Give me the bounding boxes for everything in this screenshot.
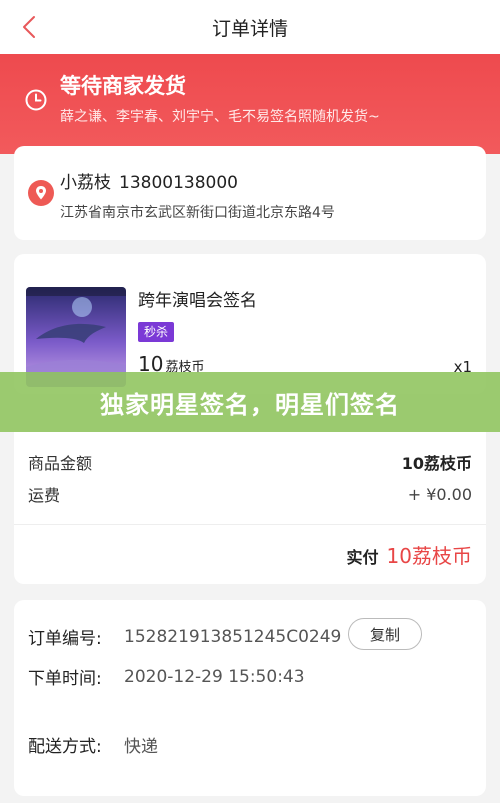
recipient-phone: 13800138000	[119, 173, 238, 193]
goods-amount-row: 商品金额 10荔枝币	[28, 450, 472, 474]
goods-amount-value: 10荔枝币	[401, 454, 472, 473]
paid-value: 10荔枝币	[386, 544, 472, 568]
location-pin-icon	[28, 180, 54, 206]
nav-bar: 订单详情	[0, 0, 500, 54]
clock-icon	[25, 89, 47, 111]
order-time-value: 2020-12-29 15:50:43	[124, 666, 305, 687]
recipient-name: 小荔枝	[60, 173, 111, 193]
order-time-label: 下单时间:	[28, 669, 102, 689]
paid-label: 实付	[346, 548, 379, 567]
address-card[interactable]: 小荔枝 13800138000 江苏省南京市玄武区新街口街道北京东路4号	[14, 146, 486, 240]
order-number-value: 152821913851245C0249	[124, 626, 342, 647]
order-time-row: 下单时间: 2020-12-29 15:50:43	[28, 664, 305, 690]
copy-button[interactable]: 复制	[348, 618, 422, 650]
delivery-method-label: 配送方式:	[28, 737, 102, 757]
order-status-banner: 等待商家发货 薛之谦、李宇春、刘宇宁、毛不易签名照随机发货~	[0, 54, 500, 154]
order-number-row: 订单编号: 152821913851245C0249	[28, 624, 342, 650]
divider	[14, 524, 486, 525]
delivery-method-row: 配送方式: 快递	[28, 732, 158, 757]
status-subtitle: 薛之谦、李宇春、刘宇宁、毛不易签名照随机发货~	[60, 109, 380, 125]
goods-amount-label: 商品金额	[28, 454, 93, 473]
delivery-method-value: 快递	[124, 737, 158, 757]
shipping-fee-value: + ¥0.00	[407, 484, 472, 504]
address-line: 江苏省南京市玄武区新街口街道北京东路4号	[60, 205, 335, 221]
shipping-fee-row: 运费 + ¥0.00	[28, 482, 472, 506]
back-icon[interactable]	[14, 12, 44, 42]
amount-card: 商品金额 10荔枝币 运费 + ¥0.00 实付 10荔枝币	[14, 432, 486, 584]
paid-total: 实付 10荔枝币	[347, 540, 472, 569]
product-title: 跨年演唱会签名	[138, 291, 257, 311]
page-title: 订单详情	[211, 17, 288, 40]
order-info-card: 订单编号: 152821913851245C0249 复制 下单时间: 2020…	[14, 600, 486, 796]
recipient: 小荔枝 13800138000	[60, 168, 238, 193]
promo-overlay-text: 独家明星签名，明星们签名	[100, 390, 400, 419]
flash-sale-badge: 秒杀	[138, 322, 175, 342]
status-title: 等待商家发货	[60, 74, 186, 98]
promo-overlay-banner: 独家明星签名，明星们签名	[0, 372, 500, 432]
shipping-fee-label: 运费	[28, 486, 61, 505]
order-number-label: 订单编号:	[28, 629, 102, 649]
